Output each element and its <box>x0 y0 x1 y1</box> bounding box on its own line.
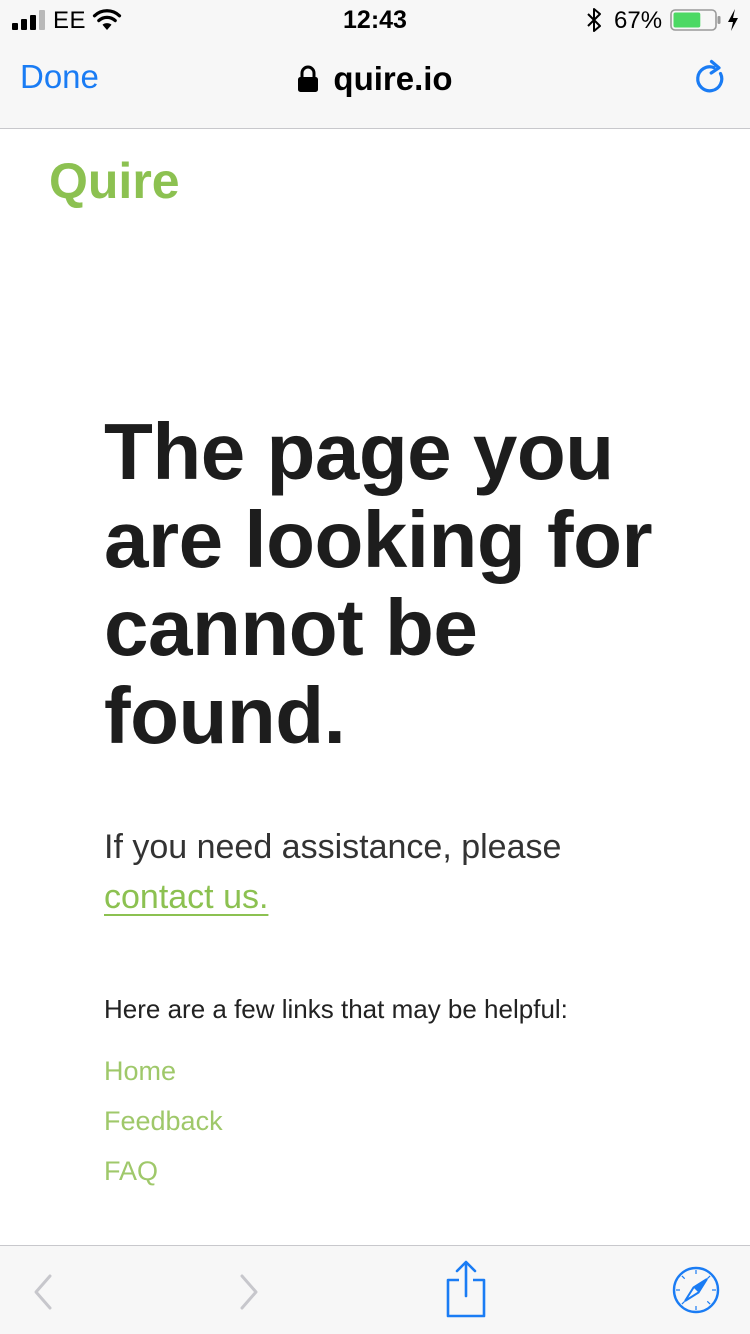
feedback-link[interactable]: Feedback <box>104 1106 223 1136</box>
forward-icon[interactable] <box>234 1272 264 1312</box>
quire-logo[interactable]: Quire <box>49 156 205 208</box>
reload-icon[interactable] <box>692 58 730 98</box>
address-display[interactable]: quire.io <box>297 60 453 98</box>
bottom-toolbar <box>0 1245 750 1334</box>
bluetooth-icon <box>587 8 601 32</box>
not-found-content: The page you are looking for cannot be f… <box>104 408 664 1196</box>
status-bar: EE 12:43 67% <box>0 0 750 40</box>
safari-compass-icon[interactable] <box>672 1266 720 1314</box>
list-item: Home <box>104 1046 664 1096</box>
assistance-text: If you need assistance, please contact u… <box>104 822 664 922</box>
faq-link[interactable]: FAQ <box>104 1156 158 1186</box>
safari-view-header: EE 12:43 67% Done quire.io <box>0 0 750 129</box>
battery-percent: 67% <box>614 7 663 34</box>
home-link[interactable]: Home <box>104 1056 176 1086</box>
address-bar: quire.io <box>0 60 750 101</box>
helpful-links-list: Home Feedback FAQ <box>104 1046 664 1196</box>
charging-icon <box>728 9 738 31</box>
lock-icon <box>298 65 319 92</box>
assistance-label: If you need assistance, please <box>104 828 562 866</box>
list-item: FAQ <box>104 1146 664 1196</box>
browser-nav-bar: Done quire.io <box>0 40 750 128</box>
list-item: Feedback <box>104 1096 664 1146</box>
done-button[interactable]: Done <box>20 58 99 96</box>
helpful-links-intro: Here are a few links that may be helpful… <box>104 994 568 1024</box>
page-title: The page you are looking for cannot be f… <box>104 407 653 760</box>
battery-icon <box>670 9 721 31</box>
url-text: quire.io <box>333 60 453 97</box>
back-icon[interactable] <box>28 1272 58 1312</box>
logo-text: Quire <box>49 156 180 208</box>
share-icon[interactable] <box>444 1260 488 1318</box>
contact-us-link[interactable]: contact us. <box>104 878 268 916</box>
